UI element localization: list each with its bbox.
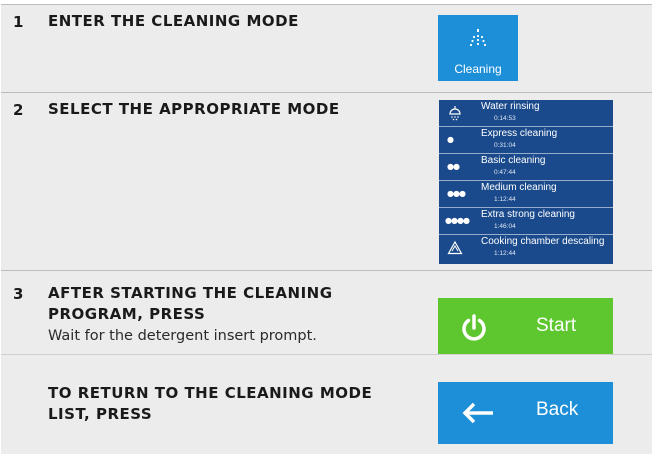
mode-name: Basic cleaning [481,155,546,166]
mode-duration: 0:31:04 [494,142,516,149]
three-drops-icon: ●●● [447,189,466,198]
mode-item-basic-cleaning[interactable]: ●● Basic cleaning 0:47:44 [439,154,613,181]
shower-icon [449,106,461,121]
two-drops-icon: ●● [447,162,460,171]
step-1-panel: 1 ENTER THE CLEANING MODE Cleaning [1,4,652,92]
mode-item-cooking-chamber-descaling[interactable]: Cooking chamber descaling 1:12:44 [439,235,613,262]
back-button-label: Back [536,399,579,420]
mode-duration: 0:14:53 [494,115,516,122]
step-description: Wait for the detergent insert prompt. [48,328,317,344]
step-title-line-1: AFTER STARTING THE CLEANING [48,284,333,302]
step-title: SELECT THE APPROPRIATE MODE [48,100,340,118]
return-step-panel: TO RETURN TO THE CLEANING MODE LIST, PRE… [1,354,652,454]
cleaning-mode-list: Water rinsing 0:14:53 ● Express cleaning… [439,100,613,264]
mode-item-water-rinsing[interactable]: Water rinsing 0:14:53 [439,100,613,127]
mode-name: Extra strong cleaning [481,209,575,220]
cleaning-tile-label: Cleaning [454,62,502,76]
mode-item-extra-strong-cleaning[interactable]: ●●●● Extra strong cleaning 1:46:04 [439,208,613,235]
mode-duration: 1:46:04 [494,223,516,230]
step-number: 1 [13,13,24,31]
mode-duration: 1:12:44 [494,250,516,257]
mode-name: Cooking chamber descaling [481,236,605,247]
cleaning-tile-button[interactable]: Cleaning [438,15,518,81]
step-title-line-2: PROGRAM, PRESS [48,305,206,323]
step-title: ENTER THE CLEANING MODE [48,12,299,30]
mode-item-medium-cleaning[interactable]: ●●● Medium cleaning 1:12:44 [439,181,613,208]
mode-name: Express cleaning [481,128,558,139]
one-drop-icon: ● [447,135,454,144]
start-button-label: Start [536,315,577,336]
step-2-panel: 2 SELECT THE APPROPRIATE MODE Water rins… [1,92,652,270]
step-number: 3 [13,285,24,303]
step-3-panel: 3 AFTER STARTING THE CLEANING PROGRAM, P… [1,270,652,360]
descaling-icon [447,240,463,255]
arrow-left-icon [462,402,493,424]
step-title-line-1: TO RETURN TO THE CLEANING MODE [48,384,373,402]
four-drops-icon: ●●●● [445,216,470,225]
start-button[interactable]: Start [438,298,613,360]
power-icon [462,314,486,341]
mode-name: Water rinsing [481,101,540,112]
mode-item-express-cleaning[interactable]: ● Express cleaning 0:31:04 [439,127,613,154]
mode-duration: 1:12:44 [494,196,516,203]
back-button[interactable]: Back [438,382,613,444]
mode-name: Medium cleaning [481,182,557,193]
step-number: 2 [13,101,24,119]
shower-icon [469,29,487,47]
step-title-line-2: LIST, PRESS [48,405,153,423]
mode-duration: 0:47:44 [494,169,516,176]
